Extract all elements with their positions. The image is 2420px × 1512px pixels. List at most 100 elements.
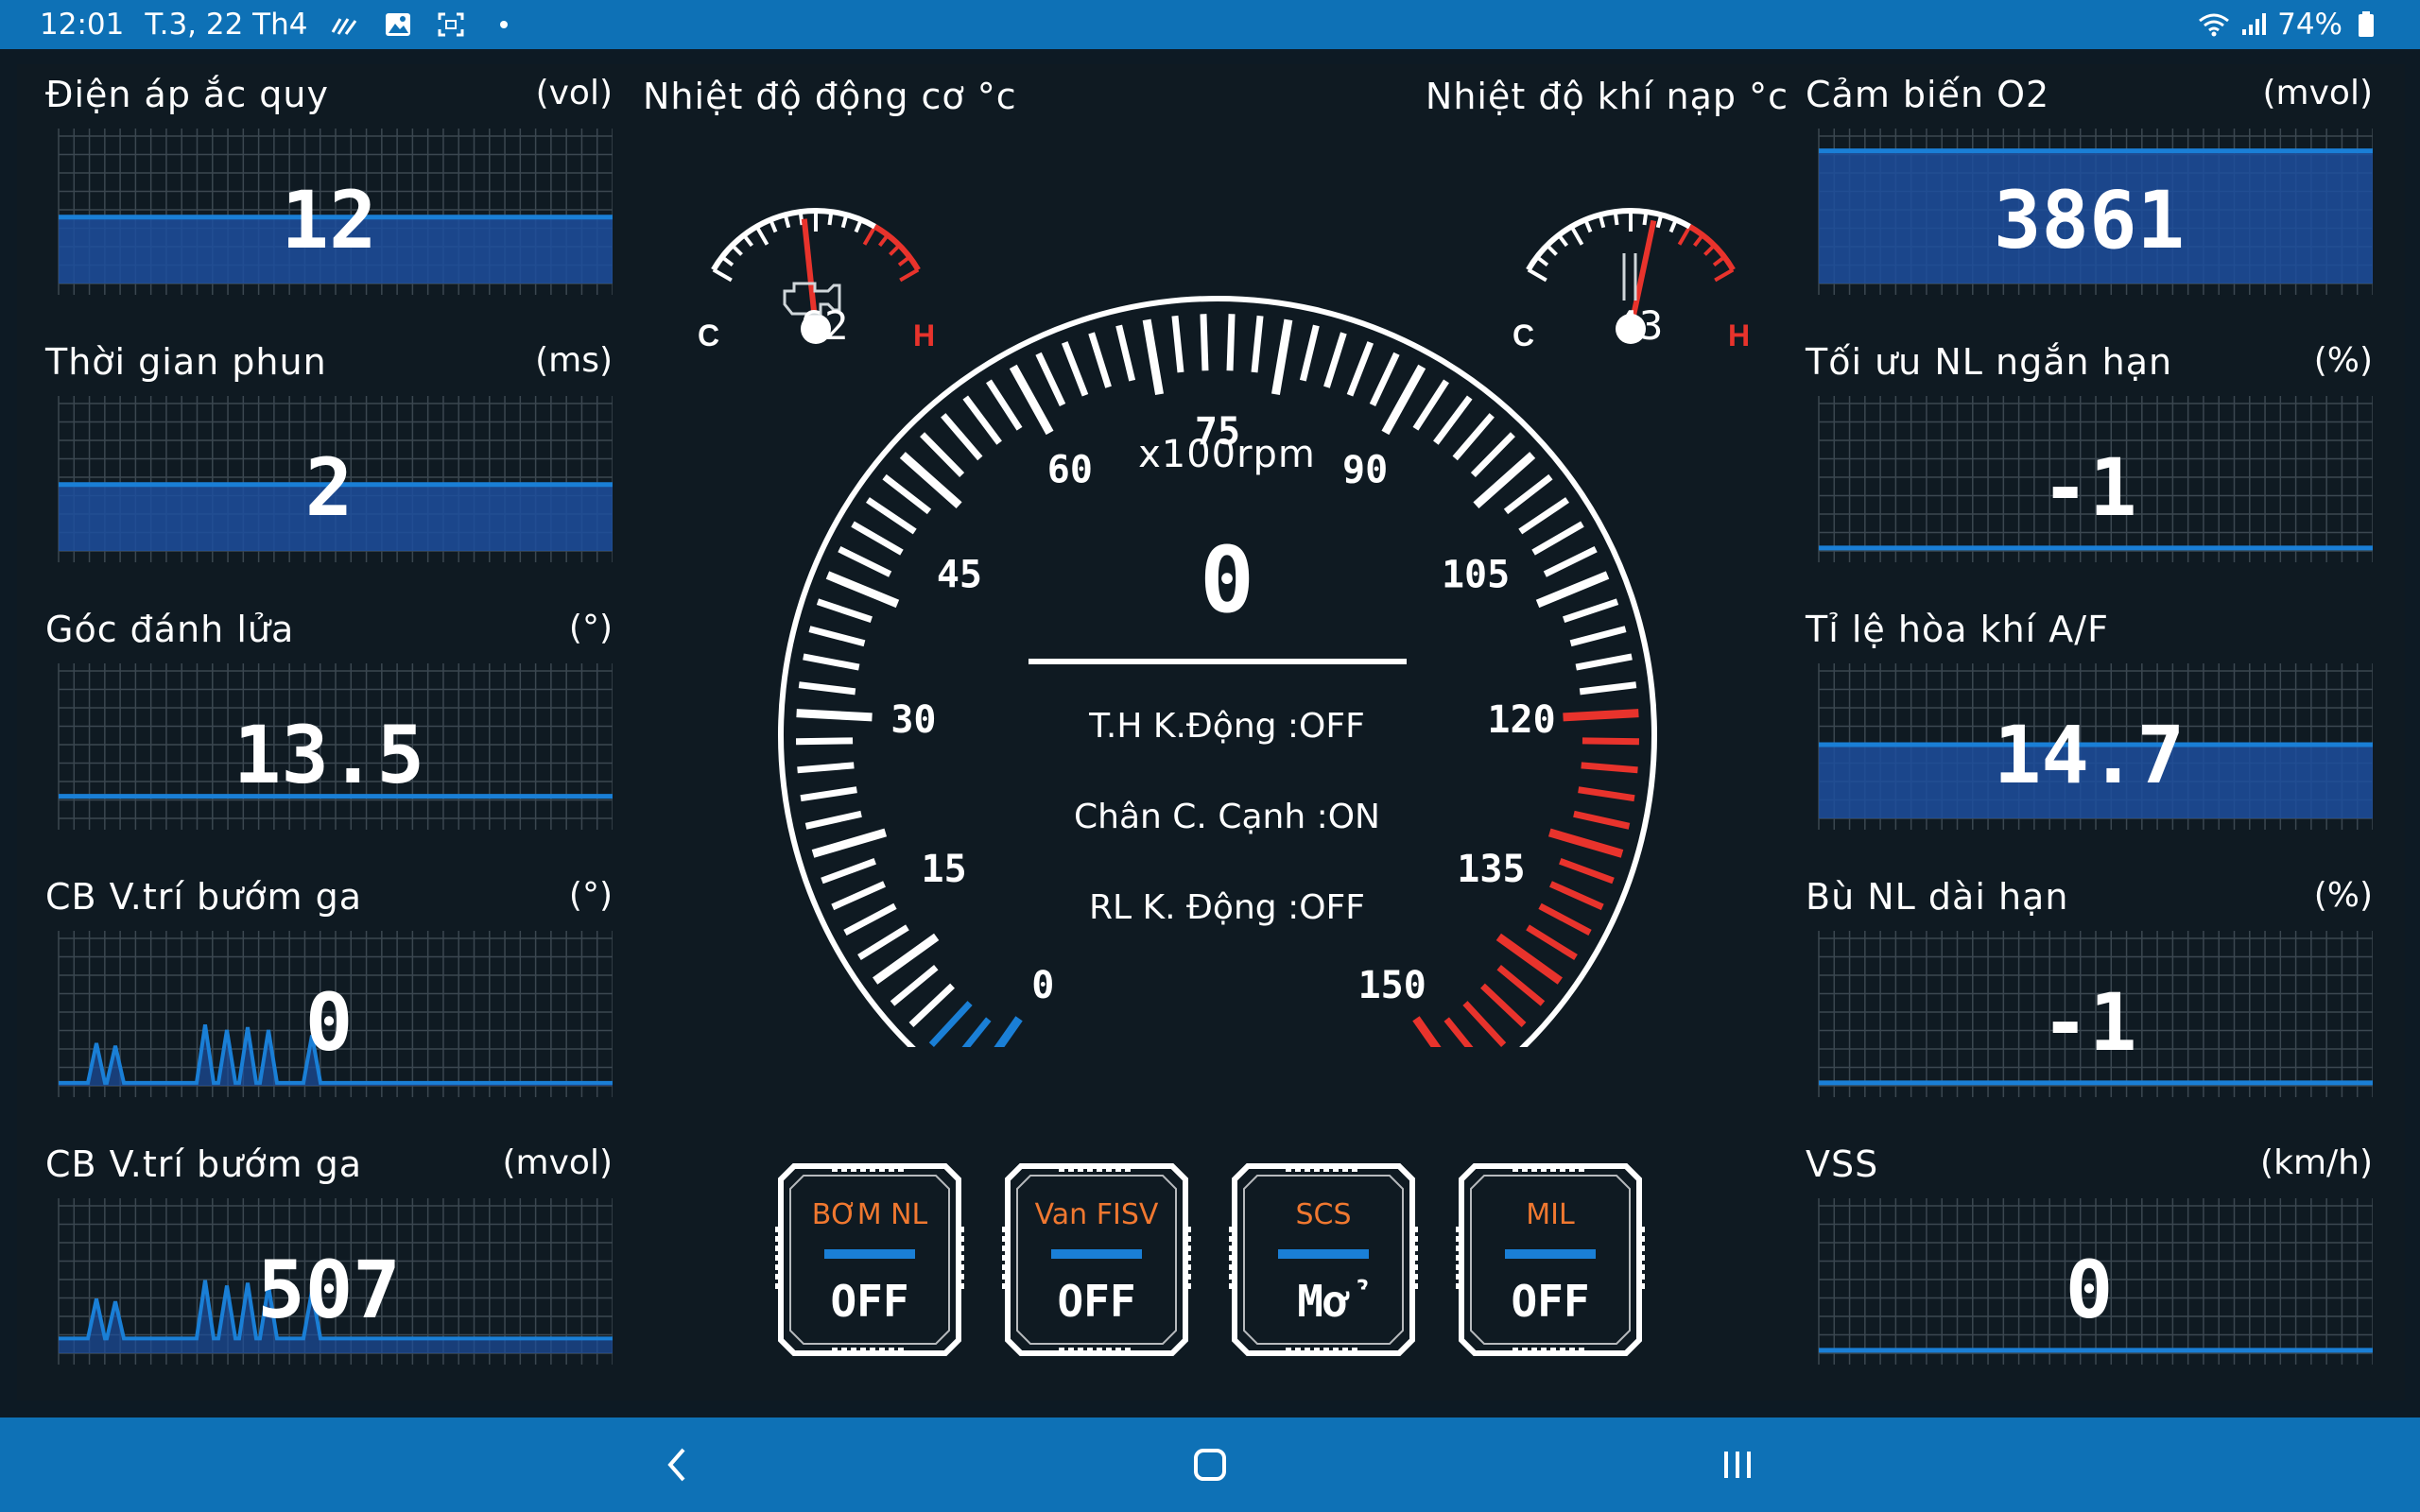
tach-tick — [795, 737, 854, 746]
tach-tick — [1452, 413, 1495, 461]
panel-value: 12 — [281, 174, 377, 266]
tach-tick — [1578, 786, 1635, 802]
tach-tick — [797, 762, 855, 774]
tach-tick — [1299, 324, 1320, 382]
tach-tick-label: 120 — [1487, 698, 1555, 742]
tach-tick — [1503, 473, 1553, 515]
back-button[interactable] — [650, 1438, 703, 1491]
tach-tick — [1535, 571, 1610, 609]
tach-tick — [1142, 318, 1164, 395]
tach-tick — [1061, 341, 1089, 397]
tach-tick — [831, 881, 886, 911]
tach-tick-label: 150 — [1358, 964, 1426, 1007]
tach-tick — [1443, 1017, 1474, 1047]
tach-tick — [857, 924, 909, 960]
indicator-state: OFF — [830, 1276, 909, 1327]
tach-tick — [800, 786, 857, 802]
tach-tick — [882, 473, 932, 515]
tach-tick — [1226, 314, 1236, 371]
tach-tick — [1271, 318, 1293, 395]
fisv-valve-indicator: Van FISV OFF — [1002, 1160, 1191, 1359]
indicator-frame — [1002, 1163, 1191, 1356]
panel-unit: (ms) — [535, 341, 613, 380]
tach-tick-label: 15 — [922, 848, 967, 891]
tach-tick — [804, 810, 862, 830]
rpm-unit-label: x100rpm — [1138, 433, 1316, 476]
status-bar: 12:01 T.3, 22 Th4 74% — [0, 0, 2420, 49]
screenshot-icon — [435, 9, 467, 41]
intake-temp-title: Nhiệt độ khí nạp °c — [1425, 76, 1789, 117]
hot-label: H — [1728, 318, 1750, 352]
tach-tick — [1581, 762, 1638, 774]
recents-icon — [1724, 1452, 1751, 1478]
panel-unit: (%) — [2313, 341, 2373, 380]
date: T.3, 22 Th4 — [145, 8, 308, 42]
indicator-label: SCS — [1295, 1198, 1352, 1231]
tach-tick — [803, 653, 860, 671]
panel-title: Thời gian phun — [45, 341, 327, 383]
short-term-fuel-trim-panel: Tối ưu NL ngắn hạn (%) -1 — [1806, 341, 2373, 596]
indicator-state: Mở — [1297, 1276, 1350, 1327]
panel-value: -1 — [2041, 441, 2137, 534]
panel-title: Bù NL dài hạn — [1806, 876, 2069, 918]
battery-percent: 74% — [2277, 8, 2342, 42]
indicator-label: BƠM NL — [811, 1198, 928, 1231]
indicator-frame — [1229, 1163, 1418, 1356]
tach-tick — [1579, 681, 1637, 696]
panel-unit: (mvol) — [502, 1143, 614, 1182]
tach-tick-label: 30 — [890, 698, 936, 742]
tach-tick — [1547, 828, 1624, 858]
tach-tick — [1115, 324, 1136, 382]
panel-unit: (%) — [2313, 876, 2373, 915]
tach-tick — [843, 902, 897, 936]
air-fuel-ratio-panel: Tỉ lệ hòa khí A/F 14.7 — [1806, 609, 2373, 864]
panel-value: -1 — [2041, 976, 2137, 1069]
back-icon — [667, 1448, 685, 1482]
status-clutch-pedal: Chân C. Cạnh :ON — [1074, 798, 1380, 836]
panel-title: Góc đánh lửa — [45, 609, 295, 650]
indicator-frame — [1456, 1163, 1645, 1356]
indicator-state: OFF — [1511, 1276, 1590, 1327]
tach-tick — [986, 379, 1023, 431]
home-button[interactable] — [1184, 1438, 1236, 1491]
o2-sensor-panel: Cảm biến O2 (mvol) 3861 — [1806, 74, 2373, 329]
scs-indicator: SCS Mở — [1229, 1160, 1418, 1359]
recents-button[interactable] — [1711, 1438, 1764, 1491]
tach-tick — [1538, 902, 1592, 936]
fuel-pump-indicator: BƠM NL OFF — [775, 1160, 964, 1359]
throttle-position-deg-panel: CB V.trí bướm ga (°) 0 — [45, 876, 613, 1131]
ignition-angle-panel: Góc đánh lửa (°) 13.5 — [45, 609, 613, 864]
tach-tick — [825, 571, 900, 609]
panel-unit: (mvol) — [2262, 74, 2374, 112]
tach-tick — [1518, 497, 1569, 535]
panel-value: 3861 — [1993, 174, 2186, 266]
tach-tick — [1171, 315, 1184, 373]
panel-value: 13.5 — [233, 709, 425, 801]
wifi-icon — [2198, 9, 2230, 41]
tach-tick — [1569, 626, 1627, 647]
panel-title: Cảm biến O2 — [1806, 74, 2050, 115]
tach-tick — [1543, 545, 1598, 577]
battery-voltage-panel: Điện áp ắc quy (vol) 12 — [45, 74, 613, 329]
tach-tick — [838, 545, 892, 577]
tach-tick — [1462, 1001, 1507, 1047]
tach-tick — [1035, 352, 1066, 407]
tach-tick-label: 105 — [1442, 553, 1510, 596]
tach-tick — [1251, 315, 1264, 373]
tach-tick — [1563, 598, 1619, 624]
panel-title: VSS — [1806, 1143, 1879, 1185]
panel-title: Tỉ lệ hòa khí A/F — [1806, 609, 2109, 650]
tach-tick — [1531, 521, 1584, 556]
long-term-fuel-trim-panel: Bù NL dài hạn (%) -1 — [1806, 876, 2373, 1131]
rpm-value: 0 — [1200, 527, 1254, 633]
tach-tick — [1470, 432, 1515, 477]
tach-tick — [1412, 379, 1449, 431]
tach-tick — [1575, 653, 1633, 671]
indicator-bar — [1051, 1249, 1142, 1259]
tach-tick — [1573, 810, 1631, 830]
tach-tick — [908, 983, 955, 1027]
tach-tick — [928, 1001, 973, 1047]
indicator-bar — [1505, 1249, 1596, 1259]
tach-tick — [1323, 332, 1347, 388]
panel-title: CB V.trí bướm ga — [45, 876, 362, 918]
